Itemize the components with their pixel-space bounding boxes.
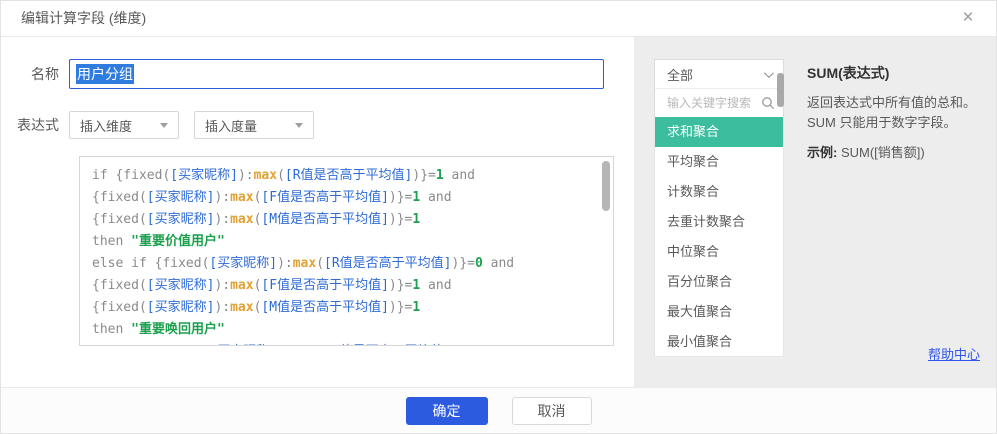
code-line: {fixed([买家昵称]):max([F值是否高于平均值])}=1 and <box>92 275 601 297</box>
name-label: 名称 <box>1 64 69 84</box>
code-line: then "重要唤回用户" <box>92 319 601 341</box>
close-icon[interactable]: × <box>956 1 980 36</box>
name-row: 名称 用户分组 <box>1 59 604 89</box>
expression-editor[interactable]: if {fixed([买家昵称]):max([R值是否高于平均值])}=1 an… <box>79 156 614 346</box>
insert-dimension-label: 插入维度 <box>80 116 132 135</box>
chevron-down-icon <box>764 68 774 78</box>
code-line: else if {fixed([买家昵称]):max([R值是否高于平均值])}… <box>92 253 601 275</box>
dialog-titlebar: 编辑计算字段 (维度) × <box>1 1 996 37</box>
aggregation-item[interactable]: 百分位聚合 <box>655 267 783 297</box>
code-line: if {fixed([买家昵称]):max([R值是否高于平均值])}=1 an… <box>92 165 601 187</box>
code-line: then "重要价值用户" <box>92 231 601 253</box>
code-line: {fixed([买家昵称]):max([M值是否高于平均值])}=1 <box>92 209 601 231</box>
aggregation-item[interactable]: 最大值聚合 <box>655 297 783 327</box>
form-area: 名称 用户分组 表达式 插入维度 插入度量 if {fixed([买家昵称]):… <box>1 37 634 389</box>
function-info-example: 示例: SUM([销售额]) <box>807 143 989 163</box>
function-panel: 全部 求和聚合平均聚合计数聚合去重计数聚合中位聚合百分位聚合最大值聚合最小值聚合… <box>634 37 997 389</box>
search-icon <box>761 96 775 110</box>
aggregation-item[interactable]: 去重计数聚合 <box>655 207 783 237</box>
dialog-title: 编辑计算字段 (维度) <box>21 10 146 26</box>
code-line: {fixed([买家昵称]):max([F值是否高于平均值])}=1 and <box>92 187 601 209</box>
ok-button[interactable]: 确定 <box>406 397 488 425</box>
function-search <box>654 88 784 118</box>
insert-dimension-dropdown[interactable]: 插入维度 <box>69 111 179 139</box>
aggregation-item[interactable]: 求和聚合 <box>655 117 783 147</box>
code-lines: if {fixed([买家昵称]):max([R值是否高于平均值])}=1 an… <box>80 157 613 346</box>
aggregation-item[interactable]: 平均聚合 <box>655 147 783 177</box>
edit-calculated-field-dialog: 编辑计算字段 (维度) × 名称 用户分组 表达式 插入维度 插入度量 <box>0 0 997 434</box>
function-info: SUM(表达式) 返回表达式中所有值的总和。SUM 只能用于数字字段。 示例: … <box>807 63 989 163</box>
aggregation-item[interactable]: 计数聚合 <box>655 177 783 207</box>
example-value: SUM([销售额]) <box>841 145 925 160</box>
example-label: 示例: <box>807 145 837 160</box>
dialog-body: 名称 用户分组 表达式 插入维度 插入度量 if {fixed([买家昵称]):… <box>1 37 996 389</box>
code-line: {fixed([买家昵称]):max([M值是否高于平均值])}=1 <box>92 297 601 319</box>
expression-row: 表达式 插入维度 插入度量 <box>1 111 329 139</box>
help-center-link[interactable]: 帮助中心 <box>928 344 980 363</box>
aggregation-item[interactable]: 中位聚合 <box>655 237 783 267</box>
caret-down-icon <box>160 123 168 128</box>
caret-down-icon <box>295 123 303 128</box>
aggregation-list: 求和聚合平均聚合计数聚合去重计数聚合中位聚合百分位聚合最大值聚合最小值聚合 <box>654 117 784 357</box>
name-input[interactable]: 用户分组 <box>69 59 604 89</box>
aggregation-item[interactable]: 最小值聚合 <box>655 327 783 357</box>
function-info-description: 返回表达式中所有值的总和。SUM 只能用于数字字段。 <box>807 93 989 133</box>
dialog-footer: 确定 取消 <box>1 387 996 433</box>
editor-scrollbar[interactable] <box>602 161 610 211</box>
code-line: else if {fixed([买家昵称]):max([R值是否高于平均值])}… <box>92 341 601 346</box>
name-value-selected: 用户分组 <box>76 64 134 84</box>
expression-label: 表达式 <box>1 115 69 135</box>
cancel-button[interactable]: 取消 <box>512 397 592 425</box>
insert-measure-label: 插入度量 <box>205 116 257 135</box>
function-info-title: SUM(表达式) <box>807 63 989 83</box>
function-category-value: 全部 <box>667 65 693 84</box>
list-scrollbar[interactable] <box>777 73 784 107</box>
search-input[interactable] <box>667 96 761 110</box>
function-category-dropdown[interactable]: 全部 <box>654 59 784 89</box>
insert-measure-dropdown[interactable]: 插入度量 <box>194 111 314 139</box>
